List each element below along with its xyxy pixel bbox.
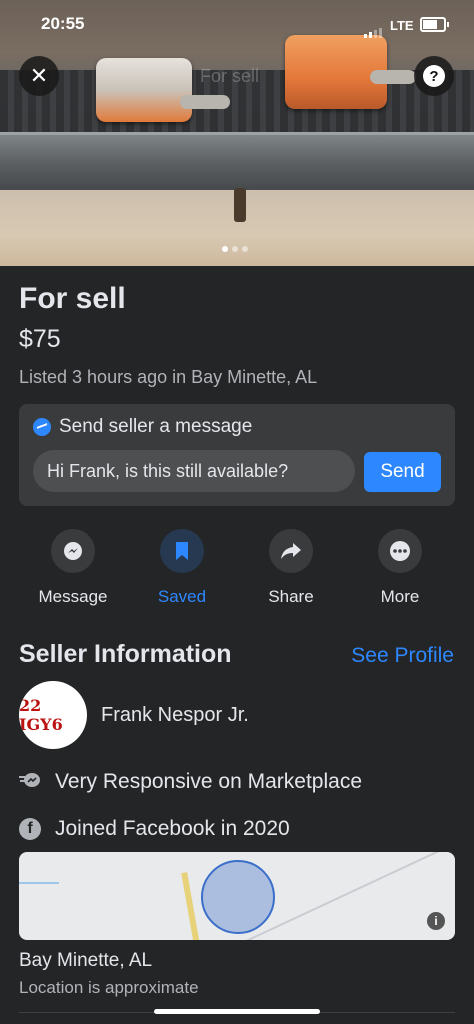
- location-map[interactable]: i: [19, 852, 455, 940]
- responsiveness-text: Very Responsive on Marketplace: [55, 770, 362, 793]
- message-card-header: Send seller a message: [33, 416, 252, 438]
- map-info-icon[interactable]: i: [427, 912, 445, 930]
- message-action[interactable]: Message: [23, 529, 123, 607]
- location-city: Bay Minette, AL: [19, 950, 153, 971]
- send-button[interactable]: Send: [364, 452, 441, 492]
- messenger-icon: [33, 418, 51, 436]
- avatar-text: 22 IGY6: [19, 696, 63, 734]
- pagination-dot: [232, 246, 238, 252]
- responsiveness-row: Very Responsive on Marketplace: [19, 770, 362, 794]
- listing-meta: Listed 3 hours ago in Bay Minette, AL: [19, 367, 318, 387]
- listing-price: $75: [19, 325, 61, 353]
- home-indicator[interactable]: [154, 1009, 320, 1014]
- close-button[interactable]: ✕: [19, 56, 59, 96]
- battery-icon: [420, 17, 449, 32]
- share-action[interactable]: Share: [241, 529, 341, 607]
- message-card-heading: Send seller a message: [59, 416, 253, 437]
- messenger-icon: [51, 529, 95, 573]
- tailgate: [0, 132, 474, 193]
- status-time: 20:55: [41, 14, 85, 33]
- signal-icon: [364, 20, 384, 38]
- network-label: LTE: [390, 18, 414, 33]
- joined-row: f Joined Facebook in 2020: [19, 817, 290, 841]
- share-icon: [269, 529, 313, 573]
- help-button[interactable]: ?: [414, 56, 454, 96]
- listing-title: For sell: [19, 282, 126, 315]
- photo-watermark: For sell: [200, 66, 260, 86]
- status-bar: 20:55 LTE: [0, 14, 474, 40]
- share-action-label: Share: [268, 587, 314, 606]
- seller-name[interactable]: Frank Nespor Jr.: [101, 704, 249, 727]
- joined-text: Joined Facebook in 2020: [55, 817, 290, 840]
- message-seller-card: Send seller a message Hi Frank, is this …: [19, 404, 455, 506]
- pagination-dot: [222, 246, 228, 252]
- map-road: [181, 872, 203, 940]
- chainsaw-image: [96, 58, 192, 122]
- location-note: Location is approximate: [19, 978, 199, 997]
- approximate-location-circle: [201, 860, 275, 934]
- saved-action[interactable]: Saved: [132, 529, 232, 607]
- seller-avatar[interactable]: 22 IGY6: [19, 681, 87, 749]
- map-water: [19, 882, 59, 884]
- chainsaw-bar: [180, 95, 230, 109]
- saved-action-label: Saved: [157, 587, 207, 606]
- listing-photo[interactable]: For sell 20:55 LTE ✕ ?: [0, 0, 474, 266]
- action-bar: Message Saved Share More: [0, 529, 474, 609]
- chainsaw-bar: [370, 70, 416, 84]
- photo-pagination[interactable]: [222, 239, 252, 257]
- more-action-label: More: [380, 587, 420, 606]
- facebook-icon: f: [19, 818, 41, 840]
- question-icon: ?: [423, 65, 445, 87]
- bookmark-icon: [160, 529, 204, 573]
- pagination-dot: [242, 246, 248, 252]
- more-icon: [378, 529, 422, 573]
- close-icon: ✕: [29, 63, 49, 88]
- trailer-hitch: [234, 188, 246, 222]
- more-action[interactable]: More: [350, 529, 450, 607]
- message-action-label: Message: [38, 587, 108, 606]
- see-profile-link[interactable]: See Profile: [351, 644, 454, 668]
- message-input[interactable]: Hi Frank, is this still available?: [33, 450, 355, 492]
- seller-information-heading: Seller Information: [19, 640, 232, 668]
- fast-messenger-icon: [19, 771, 41, 793]
